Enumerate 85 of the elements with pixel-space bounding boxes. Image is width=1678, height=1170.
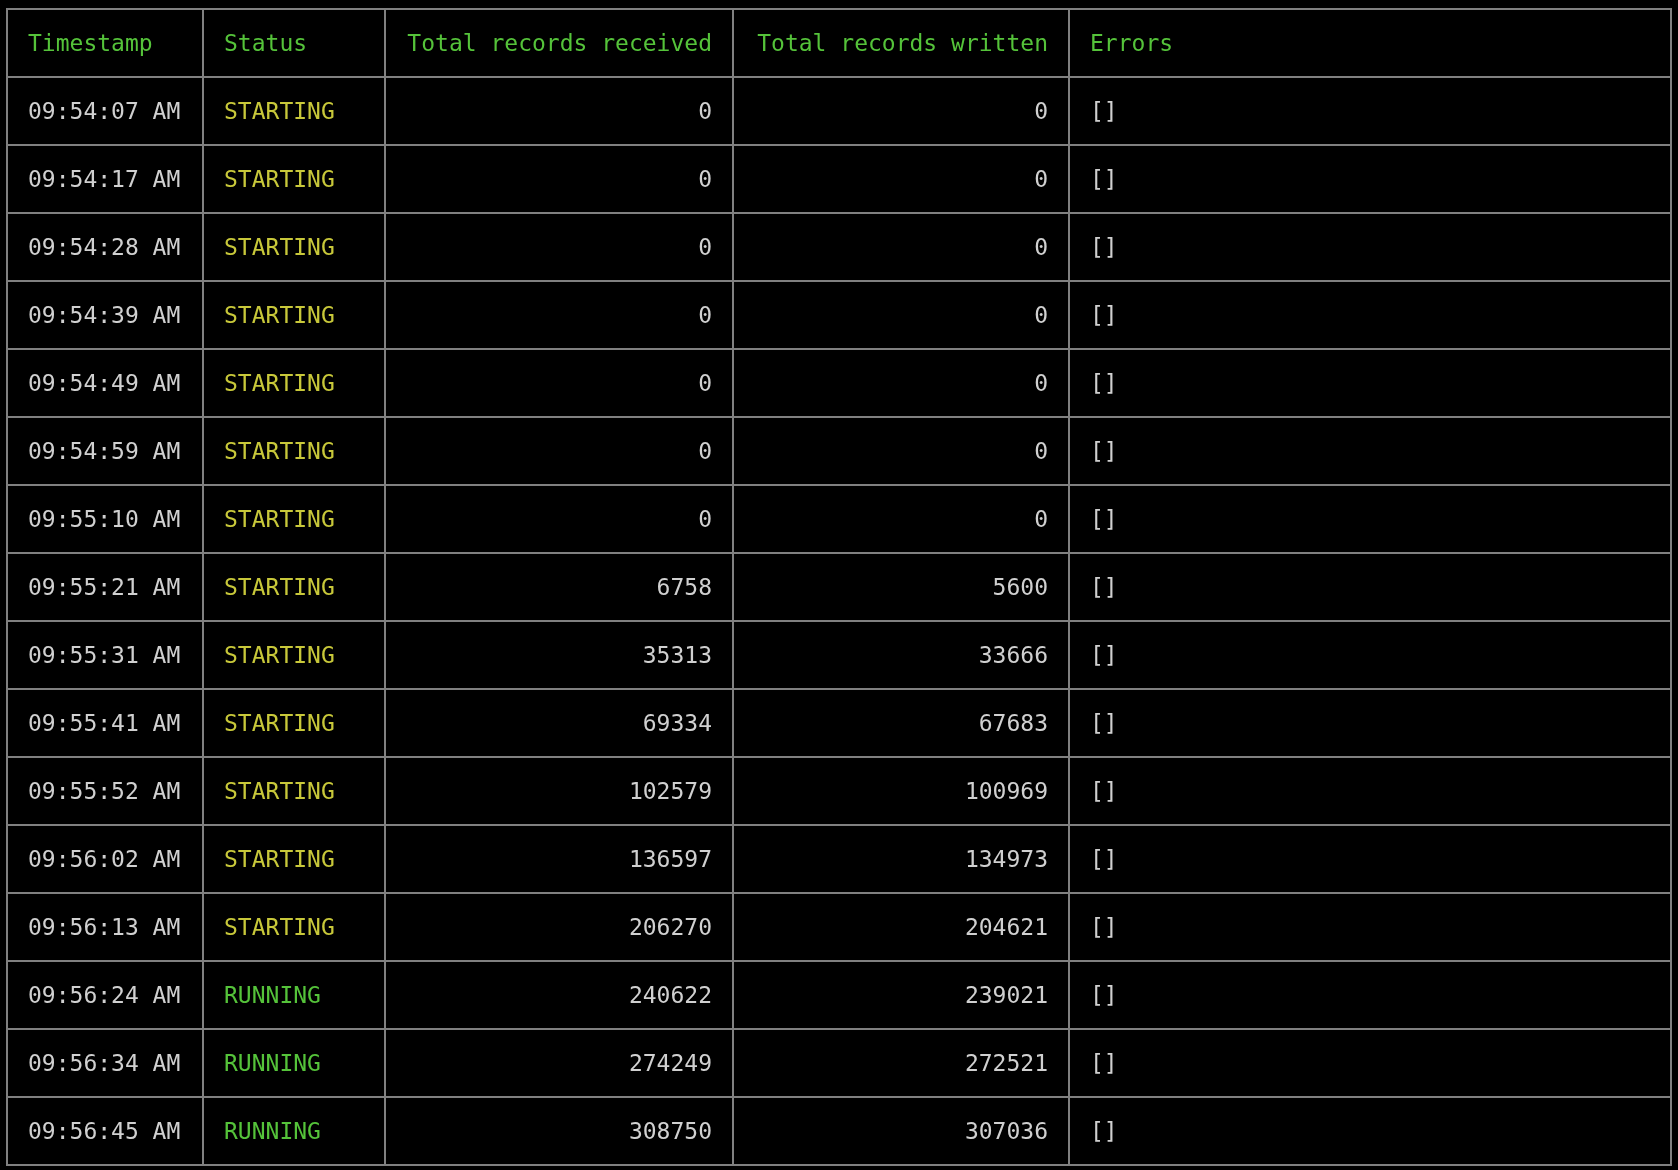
table-cell: STARTING <box>203 145 385 213</box>
table-cell: 0 <box>733 281 1069 349</box>
table-cell: 204621 <box>733 893 1069 961</box>
table-cell: 0 <box>733 485 1069 553</box>
table-cell: 09:56:45 AM <box>7 1097 203 1165</box>
table-cell: [] <box>1069 621 1671 689</box>
table-cell: STARTING <box>203 757 385 825</box>
table-cell: 239021 <box>733 961 1069 1029</box>
table-cell: 272521 <box>733 1029 1069 1097</box>
table-cell: 09:56:34 AM <box>7 1029 203 1097</box>
table-cell: [] <box>1069 485 1671 553</box>
table-cell: STARTING <box>203 349 385 417</box>
table-cell: STARTING <box>203 281 385 349</box>
table-cell: 134973 <box>733 825 1069 893</box>
table-cell: [] <box>1069 1097 1671 1165</box>
table-cell: 09:56:13 AM <box>7 893 203 961</box>
table-cell: STARTING <box>203 77 385 145</box>
table-cell: 100969 <box>733 757 1069 825</box>
table-cell: 33666 <box>733 621 1069 689</box>
table-cell: 307036 <box>733 1097 1069 1165</box>
table-cell: 0 <box>385 485 733 553</box>
table-cell: 0 <box>733 349 1069 417</box>
table-cell: STARTING <box>203 417 385 485</box>
table-cell: STARTING <box>203 893 385 961</box>
table-cell: [] <box>1069 77 1671 145</box>
table-cell: [] <box>1069 213 1671 281</box>
table-cell: 09:56:02 AM <box>7 825 203 893</box>
table-cell: 09:54:17 AM <box>7 145 203 213</box>
column-header: Total records written <box>733 9 1069 77</box>
table-cell: RUNNING <box>203 961 385 1029</box>
table-cell: 69334 <box>385 689 733 757</box>
table-cell: [] <box>1069 553 1671 621</box>
table-cell: 09:55:21 AM <box>7 553 203 621</box>
table-cell: 0 <box>385 213 733 281</box>
table-cell: 0 <box>733 213 1069 281</box>
table-cell: STARTING <box>203 689 385 757</box>
table-cell: [] <box>1069 825 1671 893</box>
table-cell: [] <box>1069 1029 1671 1097</box>
table-cell: 09:55:31 AM <box>7 621 203 689</box>
table-cell: 0 <box>385 77 733 145</box>
table-cell: 09:54:59 AM <box>7 417 203 485</box>
column-header: Total records received <box>385 9 733 77</box>
table-cell: RUNNING <box>203 1029 385 1097</box>
table-cell: 35313 <box>385 621 733 689</box>
table-cell: 5600 <box>733 553 1069 621</box>
table-cell: 09:54:07 AM <box>7 77 203 145</box>
table-cell: STARTING <box>203 485 385 553</box>
table-cell: 09:54:28 AM <box>7 213 203 281</box>
table-cell: 0 <box>385 349 733 417</box>
table-cell: 09:56:24 AM <box>7 961 203 1029</box>
table-cell: 308750 <box>385 1097 733 1165</box>
table-cell: [] <box>1069 961 1671 1029</box>
table-cell: 136597 <box>385 825 733 893</box>
table-cell: STARTING <box>203 553 385 621</box>
table-cell: STARTING <box>203 213 385 281</box>
table-cell: 274249 <box>385 1029 733 1097</box>
table-cell: STARTING <box>203 621 385 689</box>
column-header: Status <box>203 9 385 77</box>
table-cell: [] <box>1069 689 1671 757</box>
table-cell: STARTING <box>203 825 385 893</box>
table-cell: 09:54:39 AM <box>7 281 203 349</box>
table-cell: [] <box>1069 893 1671 961</box>
table-cell: 0 <box>385 417 733 485</box>
table-cell: 67683 <box>733 689 1069 757</box>
table-cell: 0 <box>385 281 733 349</box>
table-cell: 0 <box>733 77 1069 145</box>
table-cell: [] <box>1069 145 1671 213</box>
table-cell: 206270 <box>385 893 733 961</box>
table-cell: [] <box>1069 757 1671 825</box>
table-cell: [] <box>1069 417 1671 485</box>
table-cell: 0 <box>733 417 1069 485</box>
table-cell: 0 <box>733 145 1069 213</box>
table-cell: 09:55:10 AM <box>7 485 203 553</box>
column-header: Errors <box>1069 9 1671 77</box>
table-cell: [] <box>1069 281 1671 349</box>
table-cell: 0 <box>385 145 733 213</box>
column-header: Timestamp <box>7 9 203 77</box>
table-cell: 240622 <box>385 961 733 1029</box>
table-cell: 09:55:41 AM <box>7 689 203 757</box>
table-cell: 09:55:52 AM <box>7 757 203 825</box>
table-cell: 102579 <box>385 757 733 825</box>
table-cell: 09:54:49 AM <box>7 349 203 417</box>
table-cell: 6758 <box>385 553 733 621</box>
table-cell: RUNNING <box>203 1097 385 1165</box>
table-cell: [] <box>1069 349 1671 417</box>
